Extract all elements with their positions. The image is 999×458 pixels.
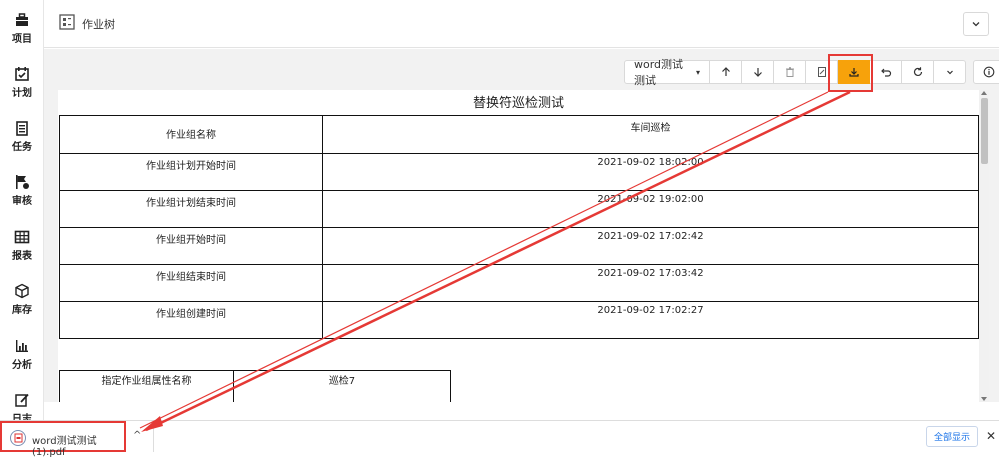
- delete-button[interactable]: [774, 60, 806, 84]
- table-row: 作业组开始时间 2021-09-02 17:02:42: [59, 227, 979, 265]
- divider: [153, 421, 154, 452]
- table-cell: 作业组计划开始时间: [59, 153, 323, 191]
- table-row: 作业组结束时间 2021-09-02 17:03:42: [59, 264, 979, 302]
- table-cell: 作业组结束时间: [59, 264, 323, 302]
- sidebar-item-report[interactable]: 报表: [0, 229, 44, 262]
- table-cell: 指定作业组属性名称: [59, 370, 234, 402]
- table-cell: 2021-09-02 17:03:42: [322, 264, 979, 302]
- sidebar-item-label: 库存: [12, 305, 32, 316]
- info-icon: [983, 66, 995, 78]
- show-all-button[interactable]: 全部显示: [926, 426, 978, 447]
- trash-icon: [785, 67, 794, 77]
- page-header: 作业树: [44, 0, 999, 48]
- sidebar-item-label: 项目: [12, 34, 32, 45]
- header-collapse-button[interactable]: [963, 12, 989, 36]
- table-cell: 2021-09-02 17:02:27: [322, 301, 979, 339]
- chevron-up-icon[interactable]: ^: [133, 430, 141, 441]
- content-area: word测试测试 ▾ 替换符巡检测试 作业组名称 车间巡检 作业组计划开始时间 …: [44, 49, 999, 402]
- document-title: 替换符巡检测试: [472, 96, 564, 111]
- clipboard-icon: [16, 121, 28, 136]
- file-icon: [817, 67, 826, 77]
- sidebar-item-inventory[interactable]: 库存: [0, 283, 44, 316]
- table-row: 作业组计划开始时间 2021-09-02 18:02:00: [59, 153, 979, 191]
- table-cell: 2021-09-02 17:02:42: [322, 227, 979, 265]
- toolbar: word测试测试 ▾: [624, 58, 999, 87]
- refresh-button[interactable]: [902, 60, 934, 84]
- flag-icon: [16, 175, 29, 189]
- sidebar: 项目 计划 任务 审核 报表 库存 分析 日志: [0, 0, 44, 425]
- sidebar-item-label: 计划: [12, 88, 32, 99]
- table-cell: 2021-09-02 19:02:00: [322, 190, 979, 228]
- table-cell: 作业组创建时间: [59, 301, 323, 339]
- move-up-button[interactable]: [710, 60, 742, 84]
- table-cell: 作业组名称: [59, 115, 323, 154]
- sidebar-item-label: 分析: [12, 360, 32, 371]
- table-cell: 巡检7: [233, 370, 451, 402]
- table-icon: [14, 230, 30, 244]
- sidebar-item-label: 审核: [12, 196, 32, 207]
- table-row: 作业组名称 车间巡检: [59, 115, 979, 154]
- table-cell: 作业组计划结束时间: [59, 190, 323, 228]
- calendar-icon: [15, 67, 29, 81]
- sidebar-item-analysis[interactable]: 分析: [0, 338, 44, 371]
- document-table-main: 作业组名称 车间巡检 作业组计划开始时间 2021-09-02 18:02:00…: [59, 115, 979, 339]
- download-item[interactable]: word测试测试 (1).pdf: [0, 421, 126, 458]
- template-select-label: word测试测试: [634, 58, 684, 87]
- table-cell: 2021-09-02 18:02:00: [322, 153, 979, 191]
- sidebar-item-label: 任务: [12, 142, 32, 153]
- document-table-attributes: 指定作业组属性名称 巡检7: [59, 370, 451, 402]
- export-highlight-annotation: [828, 54, 873, 92]
- sidebar-item-plan[interactable]: 计划: [0, 66, 44, 99]
- sidebar-item-label: 报表: [12, 251, 32, 262]
- table-cell: 作业组开始时间: [59, 227, 323, 265]
- download-bar: word测试测试 (1).pdf ^ 全部显示 ✕: [0, 420, 999, 458]
- edit-icon: [15, 393, 29, 407]
- refresh-icon: [913, 67, 922, 77]
- sidebar-item-review[interactable]: 审核: [0, 174, 44, 207]
- sidebar-item-project[interactable]: 项目: [0, 12, 44, 45]
- table-row: 作业组创建时间 2021-09-02 17:02:27: [59, 301, 979, 339]
- undo-button[interactable]: [870, 60, 902, 84]
- move-down-button[interactable]: [742, 60, 774, 84]
- briefcase-icon: [16, 13, 28, 26]
- table-row: 作业组计划结束时间 2021-09-02 19:02:00: [59, 190, 979, 228]
- download-file-name: word测试测试 (1).pdf: [32, 436, 97, 458]
- arrow-up-icon: [721, 67, 730, 76]
- table-cell: 车间巡检: [322, 115, 979, 154]
- arrow-down-icon: [753, 68, 762, 77]
- chevron-down-icon: [946, 70, 953, 75]
- info-button[interactable]: [973, 60, 999, 84]
- close-icon[interactable]: ✕: [986, 429, 996, 443]
- chevron-down-icon: [972, 22, 980, 27]
- undo-icon: [880, 68, 891, 77]
- page-title: 作业树: [82, 18, 115, 31]
- box-icon: [15, 283, 29, 299]
- scrollbar-thumb[interactable]: [981, 98, 988, 164]
- document-scrollbar[interactable]: [979, 90, 989, 402]
- bar-chart-icon: [16, 340, 28, 352]
- scroll-down-icon[interactable]: [981, 397, 987, 401]
- table-row: 指定作业组属性名称 巡检7: [59, 370, 451, 402]
- scroll-up-icon[interactable]: [981, 91, 987, 95]
- tree-icon: [59, 14, 75, 30]
- pdf-file-icon: [10, 430, 26, 446]
- document-preview: 替换符巡检测试 作业组名称 车间巡检 作业组计划开始时间 2021-09-02 …: [58, 90, 987, 402]
- sidebar-item-task[interactable]: 任务: [0, 120, 44, 153]
- more-dropdown-button[interactable]: [934, 60, 966, 84]
- template-select[interactable]: word测试测试 ▾: [624, 58, 710, 87]
